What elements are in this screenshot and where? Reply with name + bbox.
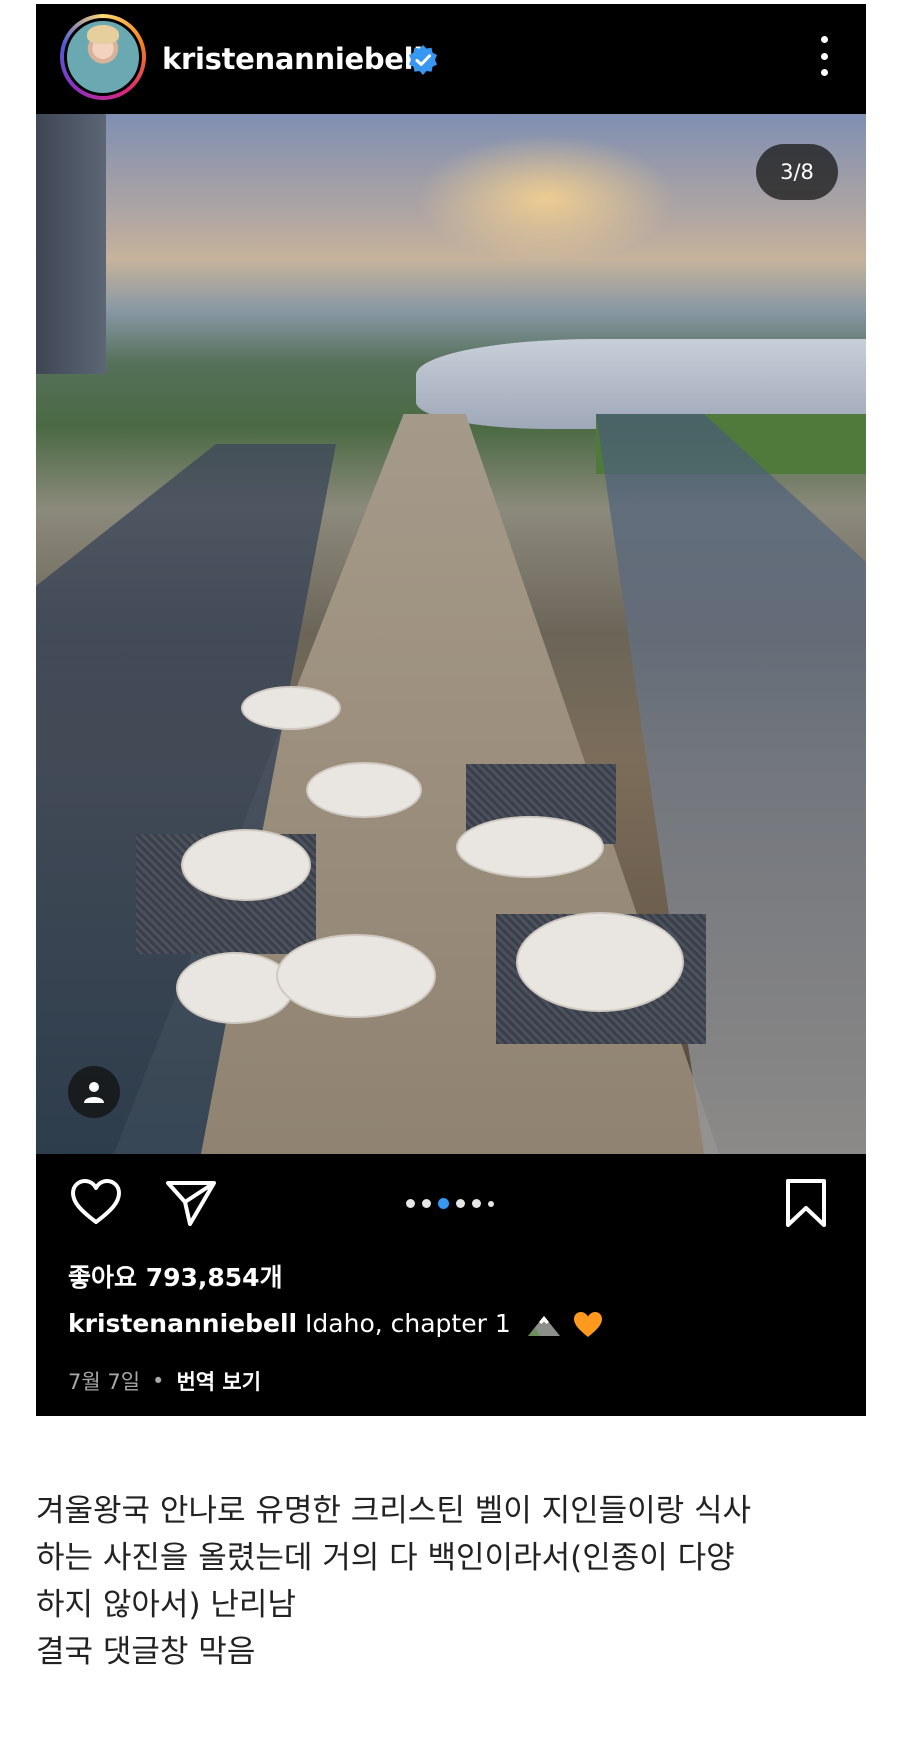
more-options-icon[interactable] [818,36,830,76]
profile-avatar[interactable] [60,14,146,100]
article-line: 하지 않아서) 난리남 [36,1587,296,1624]
article-line: 결국 댓글창 막음 [36,1634,256,1671]
meta-separator: • [152,1369,165,1393]
post-actions [36,1154,866,1244]
carousel-counter: 3/8 [756,144,838,200]
caption-username[interactable]: kristenanniebell [68,1309,297,1338]
verified-icon [409,45,437,75]
instagram-post: kristenanniebell 3/8 좋아요 793,854개 kriste… [36,4,866,1416]
post-caption: kristenanniebell Idaho, chapter 1 [68,1309,603,1339]
likes-count[interactable]: 좋아요 793,854개 [68,1258,283,1294]
heart-icon[interactable] [70,1178,122,1226]
translate-link[interactable]: 번역 보기 [176,1366,261,1396]
avatar-image [64,18,142,96]
article-line: 하는 사진을 올렸는데 거의 다 백인이라서(인종이 다양 [36,1540,735,1577]
mountain-emoji-icon [527,1316,560,1336]
post-photo[interactable]: 3/8 [36,114,866,1154]
post-header: kristenanniebell [36,4,866,114]
username[interactable]: kristenanniebell [162,42,423,76]
article-text: 겨울왕국 안나로 유명한 크리스틴 벨이 지인들이랑 식사 하는 사진을 올렸는… [36,1488,866,1676]
orange-heart-emoji-icon [573,1312,602,1337]
bookmark-icon[interactable] [784,1178,828,1228]
article-line: 겨울왕국 안나로 유명한 크리스틴 벨이 지인들이랑 식사 [36,1493,752,1529]
carousel-active-dot [438,1198,449,1209]
send-icon[interactable] [164,1178,218,1228]
post-meta: 7월 7일 • 번역 보기 [68,1366,261,1396]
caption-text: Idaho, chapter 1 [305,1309,511,1338]
post-date: 7월 7일 [68,1370,141,1394]
user-tag-icon[interactable] [68,1066,120,1118]
carousel-indicator [406,1198,494,1209]
